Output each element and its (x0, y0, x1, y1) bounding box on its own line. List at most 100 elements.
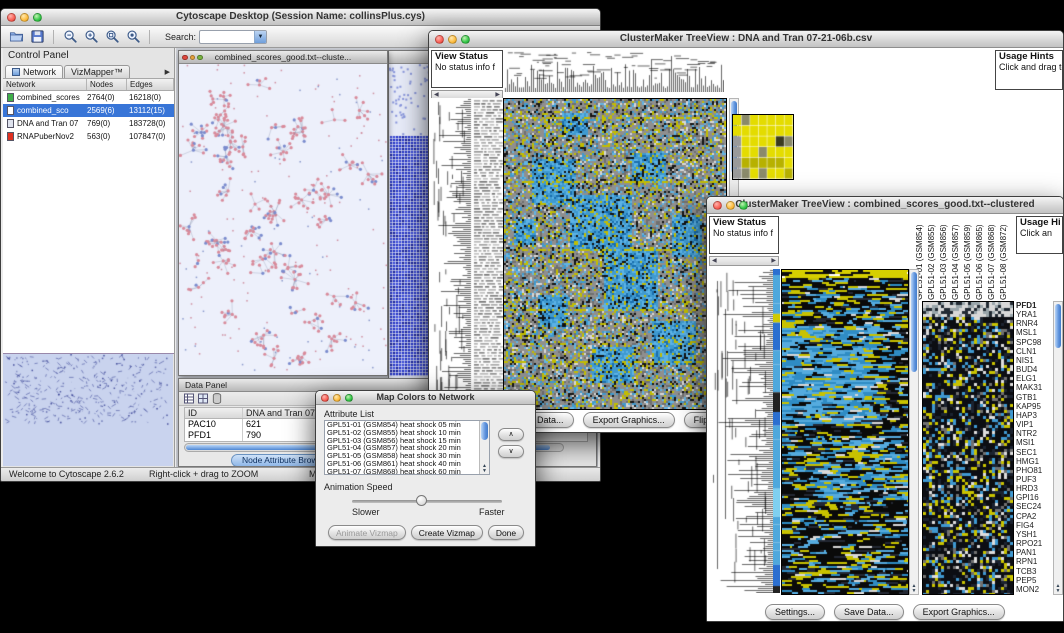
attribute-list-item[interactable]: GPL51-06 (GSM861) heat shock 40 min (325, 460, 479, 468)
attribute-list-item[interactable]: GPL51-01 (GSM854) heat shock 05 min (325, 421, 479, 429)
gene-label[interactable]: CLN1 (1016, 347, 1053, 356)
scrollbar-thumb[interactable] (1055, 304, 1061, 348)
create-vizmap-button[interactable]: Create Vizmap (411, 525, 483, 540)
internal-maximize-icon[interactable] (197, 55, 203, 61)
animate-vizmap-button[interactable]: Animate Vizmap (328, 525, 406, 540)
treeview-action-button[interactable]: Save Data... (834, 604, 904, 620)
gene-label[interactable]: SEC24 (1016, 502, 1053, 511)
attribute-table-icon[interactable] (184, 393, 194, 404)
gene-label[interactable]: VIP1 (1016, 420, 1053, 429)
tv1-heatmap-canvas[interactable] (503, 98, 727, 410)
overview-horizontal-scrollbar[interactable]: ◀ ▶ (709, 256, 779, 266)
gene-label[interactable]: NTR2 (1016, 429, 1053, 438)
zoom-selected-icon[interactable] (124, 28, 142, 46)
maximize-icon[interactable] (33, 13, 42, 22)
open-session-icon[interactable] (7, 28, 25, 46)
close-icon[interactable] (713, 201, 722, 210)
combo-dropdown-icon[interactable]: ▼ (254, 31, 266, 43)
gene-label[interactable]: GTB1 (1016, 393, 1053, 402)
network-list-row[interactable]: combined_scores 2764(0) 16218(0) (3, 91, 174, 104)
network-list-row[interactable]: DNA and Tran 07 769(0) 183728(0) (3, 117, 174, 130)
zoom-in-icon[interactable] (82, 28, 100, 46)
column-header-network[interactable]: Network (3, 79, 87, 90)
search-input[interactable] (200, 31, 254, 43)
attribute-list-item[interactable]: GPL51-02 (GSM855) heat shock 10 min (325, 429, 479, 437)
gene-label[interactable]: NIS1 (1016, 356, 1053, 365)
slider-thumb[interactable] (416, 495, 427, 506)
internal-minimize-icon[interactable] (190, 55, 196, 61)
minimize-icon[interactable] (726, 201, 735, 210)
done-button[interactable]: Done (488, 525, 524, 540)
tv2-cluster-strip-canvas[interactable] (773, 269, 780, 593)
treeview-dna-titlebar[interactable]: ClusterMaker TreeView : DNA and Tran 07-… (429, 31, 1063, 48)
attribute-listbox[interactable]: GPL51-01 (GSM854) heat shock 05 minGPL51… (324, 420, 490, 475)
dialog-titlebar[interactable]: Map Colors to Network (316, 391, 535, 405)
maximize-icon[interactable] (345, 394, 353, 402)
tv2-vertical-scrollbar[interactable]: ▲▼ (909, 269, 919, 595)
treeview-action-button[interactable]: Export Graphics... (583, 412, 675, 428)
scrollbar-arrows[interactable]: ▲▼ (1054, 584, 1062, 594)
gene-label[interactable]: FIG4 (1016, 521, 1053, 530)
column-header-nodes[interactable]: Nodes (87, 79, 127, 90)
gene-label[interactable]: CPA2 (1016, 512, 1053, 521)
tv1-correlation-matrix-canvas[interactable] (732, 114, 794, 180)
gene-label[interactable]: MAK31 (1016, 383, 1053, 392)
scrollbar-arrows[interactable]: ▲▼ (480, 464, 489, 474)
internal-close-icon[interactable] (182, 55, 188, 61)
treeview-combined-titlebar[interactable]: ClusterMaker TreeView : combined_scores_… (707, 197, 1063, 214)
network-graph-canvas[interactable] (179, 64, 387, 375)
scrollbar-thumb[interactable] (911, 272, 917, 372)
attribute-list-item[interactable]: GPL51-03 (GSM856) heat shock 15 min (325, 437, 479, 445)
move-up-button[interactable]: ∧ (498, 428, 524, 441)
tv2-row-dendrogram-canvas[interactable] (711, 269, 773, 593)
tab-vizmapper[interactable]: VizMapper™ (64, 65, 130, 78)
network-overview-canvas[interactable] (3, 354, 173, 466)
attribute-list-scrollbar[interactable]: ▲▼ (479, 421, 489, 474)
select-attributes-icon[interactable] (198, 393, 208, 404)
gene-label[interactable]: SEC1 (1016, 448, 1053, 457)
tv2-heatmap-canvas[interactable] (781, 269, 909, 595)
treeview-action-button[interactable]: Settings... (765, 604, 825, 620)
network-view-window[interactable]: combined_scores_good.txt--cluste... (178, 50, 388, 376)
gene-label[interactable]: GPI16 (1016, 493, 1053, 502)
scrollbar-arrows[interactable]: ▲▼ (910, 584, 918, 594)
gene-label[interactable]: TCB3 (1016, 567, 1053, 576)
maximize-icon[interactable] (461, 35, 470, 44)
attribute-list-item[interactable]: GPL51-05 (GSM858) heat shock 30 min (325, 452, 479, 460)
main-window-titlebar[interactable]: Cytoscape Desktop (Session Name: collins… (1, 9, 600, 26)
network-view-titlebar[interactable]: combined_scores_good.txt--cluste... (179, 51, 387, 64)
gene-label[interactable]: PUF3 (1016, 475, 1053, 484)
gene-label[interactable]: RPN1 (1016, 557, 1053, 566)
database-icon[interactable] (212, 393, 222, 404)
animation-speed-slider[interactable] (352, 500, 502, 503)
tab-overflow-icon[interactable]: ▶ (165, 68, 174, 78)
minimize-icon[interactable] (20, 13, 29, 22)
gene-label[interactable]: ELG1 (1016, 374, 1053, 383)
save-session-icon[interactable] (28, 28, 46, 46)
gene-label[interactable]: SPC98 (1016, 338, 1053, 347)
gene-label[interactable]: HRD3 (1016, 484, 1053, 493)
tab-network[interactable]: Network (5, 65, 63, 78)
network-list-row[interactable]: RNAPuberNov2 563(0) 107847(0) (3, 130, 174, 143)
scroll-right-icon[interactable]: ▶ (771, 257, 776, 265)
gene-label[interactable]: PEP5 (1016, 576, 1053, 585)
gene-label[interactable]: PAN1 (1016, 548, 1053, 557)
column-header-edges[interactable]: Edges (127, 79, 174, 90)
minimize-icon[interactable] (333, 394, 341, 402)
network-overview-panel[interactable] (3, 353, 174, 467)
close-icon[interactable] (7, 13, 16, 22)
gene-label[interactable]: HAP3 (1016, 411, 1053, 420)
gene-label[interactable]: MON2 (1016, 585, 1053, 594)
move-down-button[interactable]: ∨ (498, 445, 524, 458)
gene-label[interactable]: RPO21 (1016, 539, 1053, 548)
gene-label[interactable]: RNR4 (1016, 319, 1053, 328)
gene-label[interactable]: KAP95 (1016, 402, 1053, 411)
gene-label[interactable]: MSI1 (1016, 438, 1053, 447)
column-header-id[interactable]: ID (185, 408, 243, 418)
tv2-selection-heatmap-canvas[interactable] (922, 301, 1014, 595)
scrollbar-thumb[interactable] (481, 422, 488, 440)
zoom-out-icon[interactable] (61, 28, 79, 46)
gene-label[interactable]: PHO81 (1016, 466, 1053, 475)
tv1-row-dendrogram-canvas[interactable] (431, 98, 503, 408)
scroll-left-icon[interactable]: ◀ (712, 257, 717, 265)
